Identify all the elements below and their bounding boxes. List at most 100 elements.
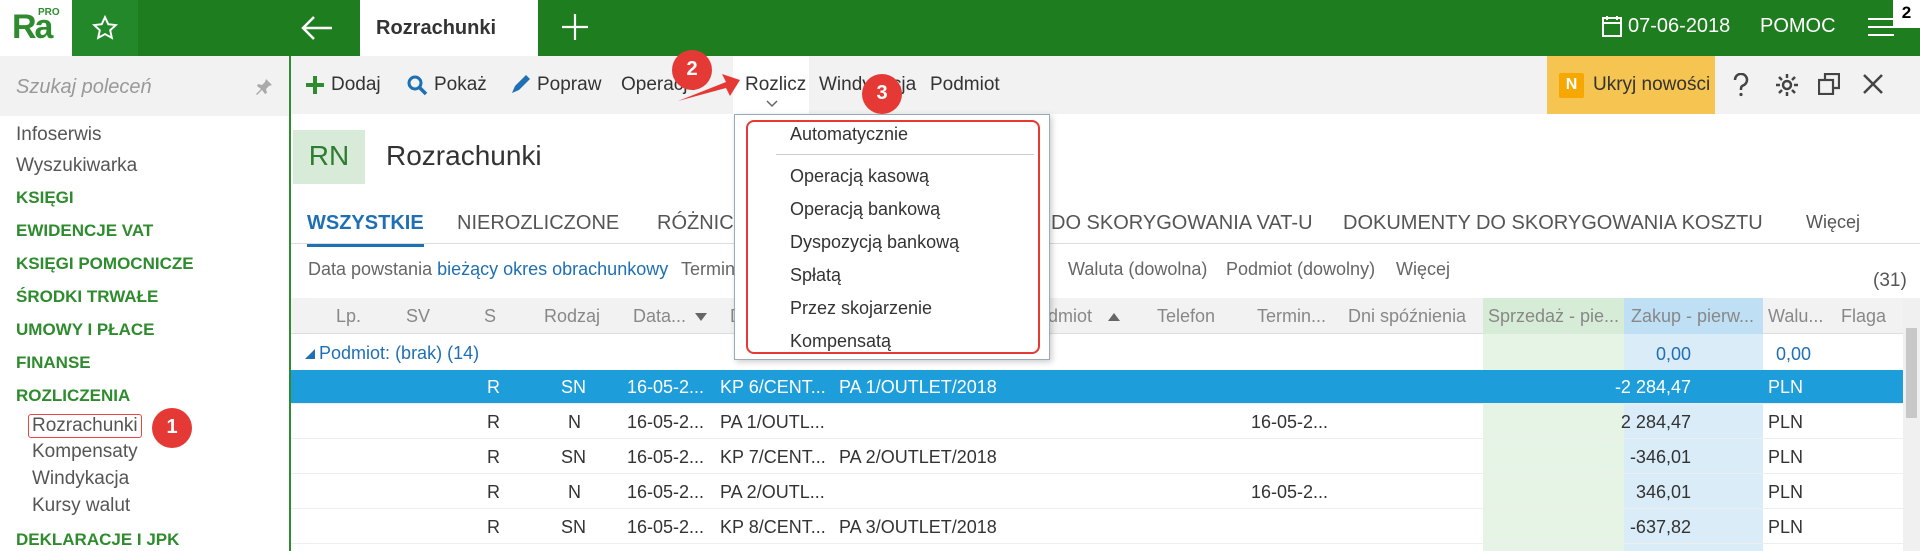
tab-dokumenty-do-skorygowania-kosztu[interactable]: DOKUMENTY DO SKORYGOWANIA KOSZTU (1343, 212, 1763, 235)
cell-s: R (487, 377, 500, 397)
search-input[interactable]: Szukaj poleceń (16, 76, 152, 99)
sidebar-category-rozliczenia[interactable]: ROZLICZENIA (16, 386, 130, 406)
table-row[interactable]: R N 16-05-2... PA 2/OUTL... 16-05-2... 3… (291, 475, 1905, 509)
sidebar-category-srodki-trwale[interactable]: ŚRODKI TRWAŁE (16, 287, 158, 307)
collapse-triangle-icon[interactable] (305, 349, 315, 359)
cell-dokument: PA 2/OUTL... (720, 482, 825, 502)
cell-dokument: KP 8/CENT... (720, 517, 826, 537)
group-count: (14) (447, 343, 480, 363)
edit-label: Popraw (537, 74, 602, 95)
col-sv[interactable]: SV (406, 306, 430, 327)
table-row[interactable]: R SN 16-05-2... KP 7/CENT... PA 2/OUTLET… (291, 440, 1905, 474)
menu-item-automatycznie[interactable]: Automatycznie (790, 124, 908, 145)
cell-sprzedaz: -346,01 (1629, 447, 1691, 467)
sidebar-item-kursy-walut[interactable]: Kursy walut (32, 495, 130, 517)
scrollbar-thumb[interactable] (1906, 328, 1917, 418)
show-button[interactable]: Pokaż (407, 74, 487, 96)
cell-sprzedaz: -637,82 (1629, 517, 1691, 537)
tab-rozrachunki[interactable]: Rozrachunki (360, 0, 538, 56)
cell-s: R (487, 482, 500, 502)
favorite-star-icon[interactable] (72, 0, 138, 56)
filter-entity[interactable]: Podmiot (dowolny) (1226, 259, 1375, 280)
sidebar-category-finanse[interactable]: FINANSE (16, 353, 91, 373)
sidebar-item-rozrachunki[interactable]: Rozrachunki (28, 414, 142, 438)
calendar-icon[interactable] (1602, 15, 1622, 43)
filter-termin[interactable]: Termin (681, 259, 735, 280)
entity-button[interactable]: Podmiot (930, 74, 1000, 96)
new-tab-plus-icon[interactable] (560, 12, 592, 44)
col-data[interactable]: Data... (633, 306, 686, 327)
add-button[interactable]: Dodaj (305, 74, 381, 96)
record-count: (31) (1873, 270, 1907, 291)
cell-rodzaj: N (568, 412, 581, 432)
gear-icon[interactable] (1775, 73, 1799, 103)
help-icon[interactable] (1732, 72, 1750, 103)
group-label-text: Podmiot: (319, 343, 391, 363)
sidebar-category-ksiegi[interactable]: KSIĘGI (16, 188, 74, 208)
back-arrow-icon[interactable] (300, 12, 350, 44)
cell-s: R (487, 412, 500, 432)
cell-rodzaj: SN (561, 517, 587, 537)
sidebar-category-umowy-i-place[interactable]: UMOWY I PŁACE (16, 320, 155, 340)
col-zakup[interactable]: Zakup - pierw... (1631, 306, 1754, 327)
group-row[interactable]: Podmiot: (brak) (14) 0,00 0,00 (291, 336, 1905, 370)
filter-more[interactable]: Więcej (1396, 259, 1450, 280)
menu-item-operacja-bankowa[interactable]: Operacją bankową (790, 199, 940, 220)
filter-date-value[interactable]: bieżący okres obrachunkowy (437, 259, 668, 279)
menu-item-splata[interactable]: Spłatą (790, 265, 841, 286)
cell-dokument: PA 1/OUTL... (720, 412, 825, 432)
col-s[interactable]: S (484, 306, 496, 327)
cell-podmiot: PA 2/OUTLET/2018 (839, 447, 997, 467)
cell-data: 16-05-2... (627, 482, 705, 502)
help-link[interactable]: POMOC (1760, 15, 1836, 38)
pin-icon[interactable] (255, 78, 273, 102)
filter-currency[interactable]: Waluta (dowolna) (1068, 259, 1207, 280)
col-waluta[interactable]: Walu... (1768, 306, 1823, 327)
menu-item-dyspozycja-bankowa[interactable]: Dyspozycją bankową (790, 232, 959, 253)
sidebar: Szukaj poleceń Infoserwis Wyszukiwarka K… (0, 56, 291, 551)
col-rodzaj[interactable]: Rodzaj (544, 306, 600, 327)
tab-wszystkie[interactable]: WSZYSTKIE (307, 212, 424, 247)
red-arrow-icon (678, 74, 740, 101)
sidebar-category-ewidencje-vat[interactable]: EWIDENCJE VAT (16, 221, 153, 241)
col-lp[interactable]: Lp. (336, 306, 361, 327)
notification-badge[interactable]: 2 (1893, 0, 1920, 28)
command-search[interactable]: Szukaj poleceń (0, 56, 289, 116)
hamburger-menu-icon[interactable] (1868, 16, 1894, 44)
settle-button[interactable]: Rozlicz (733, 56, 809, 114)
sidebar-category-deklaracje[interactable]: DEKLARACJE I JPK (16, 530, 179, 550)
menu-item-przez-skojarzenie[interactable]: Przez skojarzenie (790, 298, 932, 319)
filter-date[interactable]: Data powstania bieżący okres obrachunkow… (308, 259, 668, 280)
news-badge: N (1559, 73, 1584, 98)
sidebar-item-wyszukiwarka[interactable]: Wyszukiwarka (16, 155, 137, 177)
col-sprzedaz[interactable]: Sprzedaż - pie... (1488, 306, 1619, 327)
tab-more[interactable]: Więcej (1806, 212, 1860, 233)
window-restore-icon[interactable] (1817, 72, 1841, 101)
col-flaga[interactable]: Flaga (1841, 306, 1886, 327)
group-value: (brak) (395, 343, 443, 363)
sidebar-item-infoserwis[interactable]: Infoserwis (16, 124, 102, 146)
col-dni-spoznienia[interactable]: Dni spóźnienia (1348, 306, 1466, 327)
cell-rodzaj: N (568, 482, 581, 502)
table-row[interactable]: R SN 16-05-2... KP 8/CENT... PA 3/OUTLET… (291, 510, 1905, 544)
plus-icon (306, 76, 324, 94)
vertical-scrollbar[interactable] (1903, 298, 1920, 551)
table-row[interactable]: R N 16-05-2... PA 1/OUTL... 16-05-2... 2… (291, 405, 1905, 439)
sidebar-item-windykacja[interactable]: Windykacja (32, 468, 129, 490)
col-telefon[interactable]: Telefon (1157, 306, 1215, 327)
col-termin[interactable]: Termin... (1257, 306, 1326, 327)
tab-do-skorygowania-vat[interactable]: DO SKORYGOWANIA VAT-U (1051, 212, 1313, 235)
table-row[interactable]: R SN 16-05-2... KP 6/CENT... PA 1/OUTLET… (291, 370, 1905, 404)
edit-button[interactable]: Popraw (509, 74, 601, 96)
app-logo[interactable]: Ra PRO (0, 0, 72, 56)
group-sum-sales: 0,00 (1655, 344, 1691, 364)
menu-item-operacja-kasowa[interactable]: Operacją kasową (790, 166, 929, 187)
menu-item-kompensata[interactable]: Kompensatą (790, 331, 891, 352)
close-icon[interactable] (1862, 73, 1884, 101)
working-date[interactable]: 07-06-2018 (1628, 15, 1730, 38)
sidebar-item-kompensaty[interactable]: Kompensaty (32, 441, 138, 463)
hide-news-label: Ukryj nowości (1593, 74, 1711, 95)
tab-nierozliczone[interactable]: NIEROZLICZONE (457, 212, 619, 235)
hide-news-button[interactable]: N Ukryj nowości (1547, 56, 1715, 114)
sidebar-category-ksiegi-pomocnicze[interactable]: KSIĘGI POMOCNICZE (16, 254, 194, 274)
